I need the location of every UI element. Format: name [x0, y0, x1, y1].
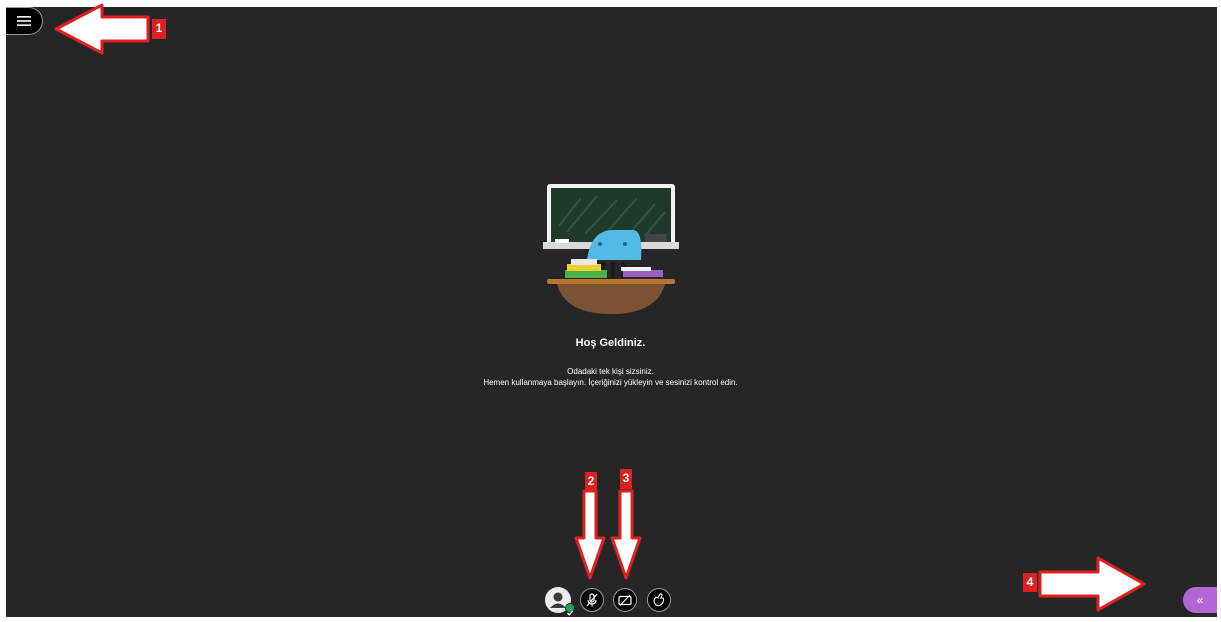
raise-hand-icon: [653, 593, 665, 607]
annotation-badge-3: 3: [620, 469, 632, 489]
hamburger-menu-icon: [17, 16, 31, 26]
double-chevron-left-icon: «: [1196, 593, 1204, 607]
welcome-message-line-1: Odadaki tek kişi sizsiniz.: [567, 367, 654, 376]
welcome-message-line-2: Hemen kullanmaya başlayın. İçeriğinizi y…: [483, 378, 738, 387]
annotation-badge-2: 2: [585, 472, 597, 490]
raise-hand-button[interactable]: [647, 588, 671, 612]
camera-toggle-button[interactable]: [613, 588, 637, 612]
welcome-title: Hoş Geldiniz.: [575, 337, 646, 349]
collaborate-panel-toggle[interactable]: «: [1183, 587, 1217, 613]
annotation-arrow-down-2: [574, 489, 606, 580]
status-badge: [565, 603, 575, 616]
check-status-icon: [567, 610, 574, 616]
annotation-badge-4: 4: [1023, 573, 1037, 592]
camera-off-icon: [618, 594, 632, 606]
annotation-arrow-right: [1038, 556, 1146, 612]
session-menu-button[interactable]: [6, 7, 43, 35]
annotation-badge-1: 1: [152, 19, 166, 39]
annotation-arrow-down-3: [610, 489, 642, 580]
microphone-muted-icon: [586, 593, 598, 607]
classroom-illustration: [543, 184, 679, 314]
annotation-arrow-left: [54, 3, 150, 55]
microphone-toggle-button[interactable]: [580, 588, 604, 612]
